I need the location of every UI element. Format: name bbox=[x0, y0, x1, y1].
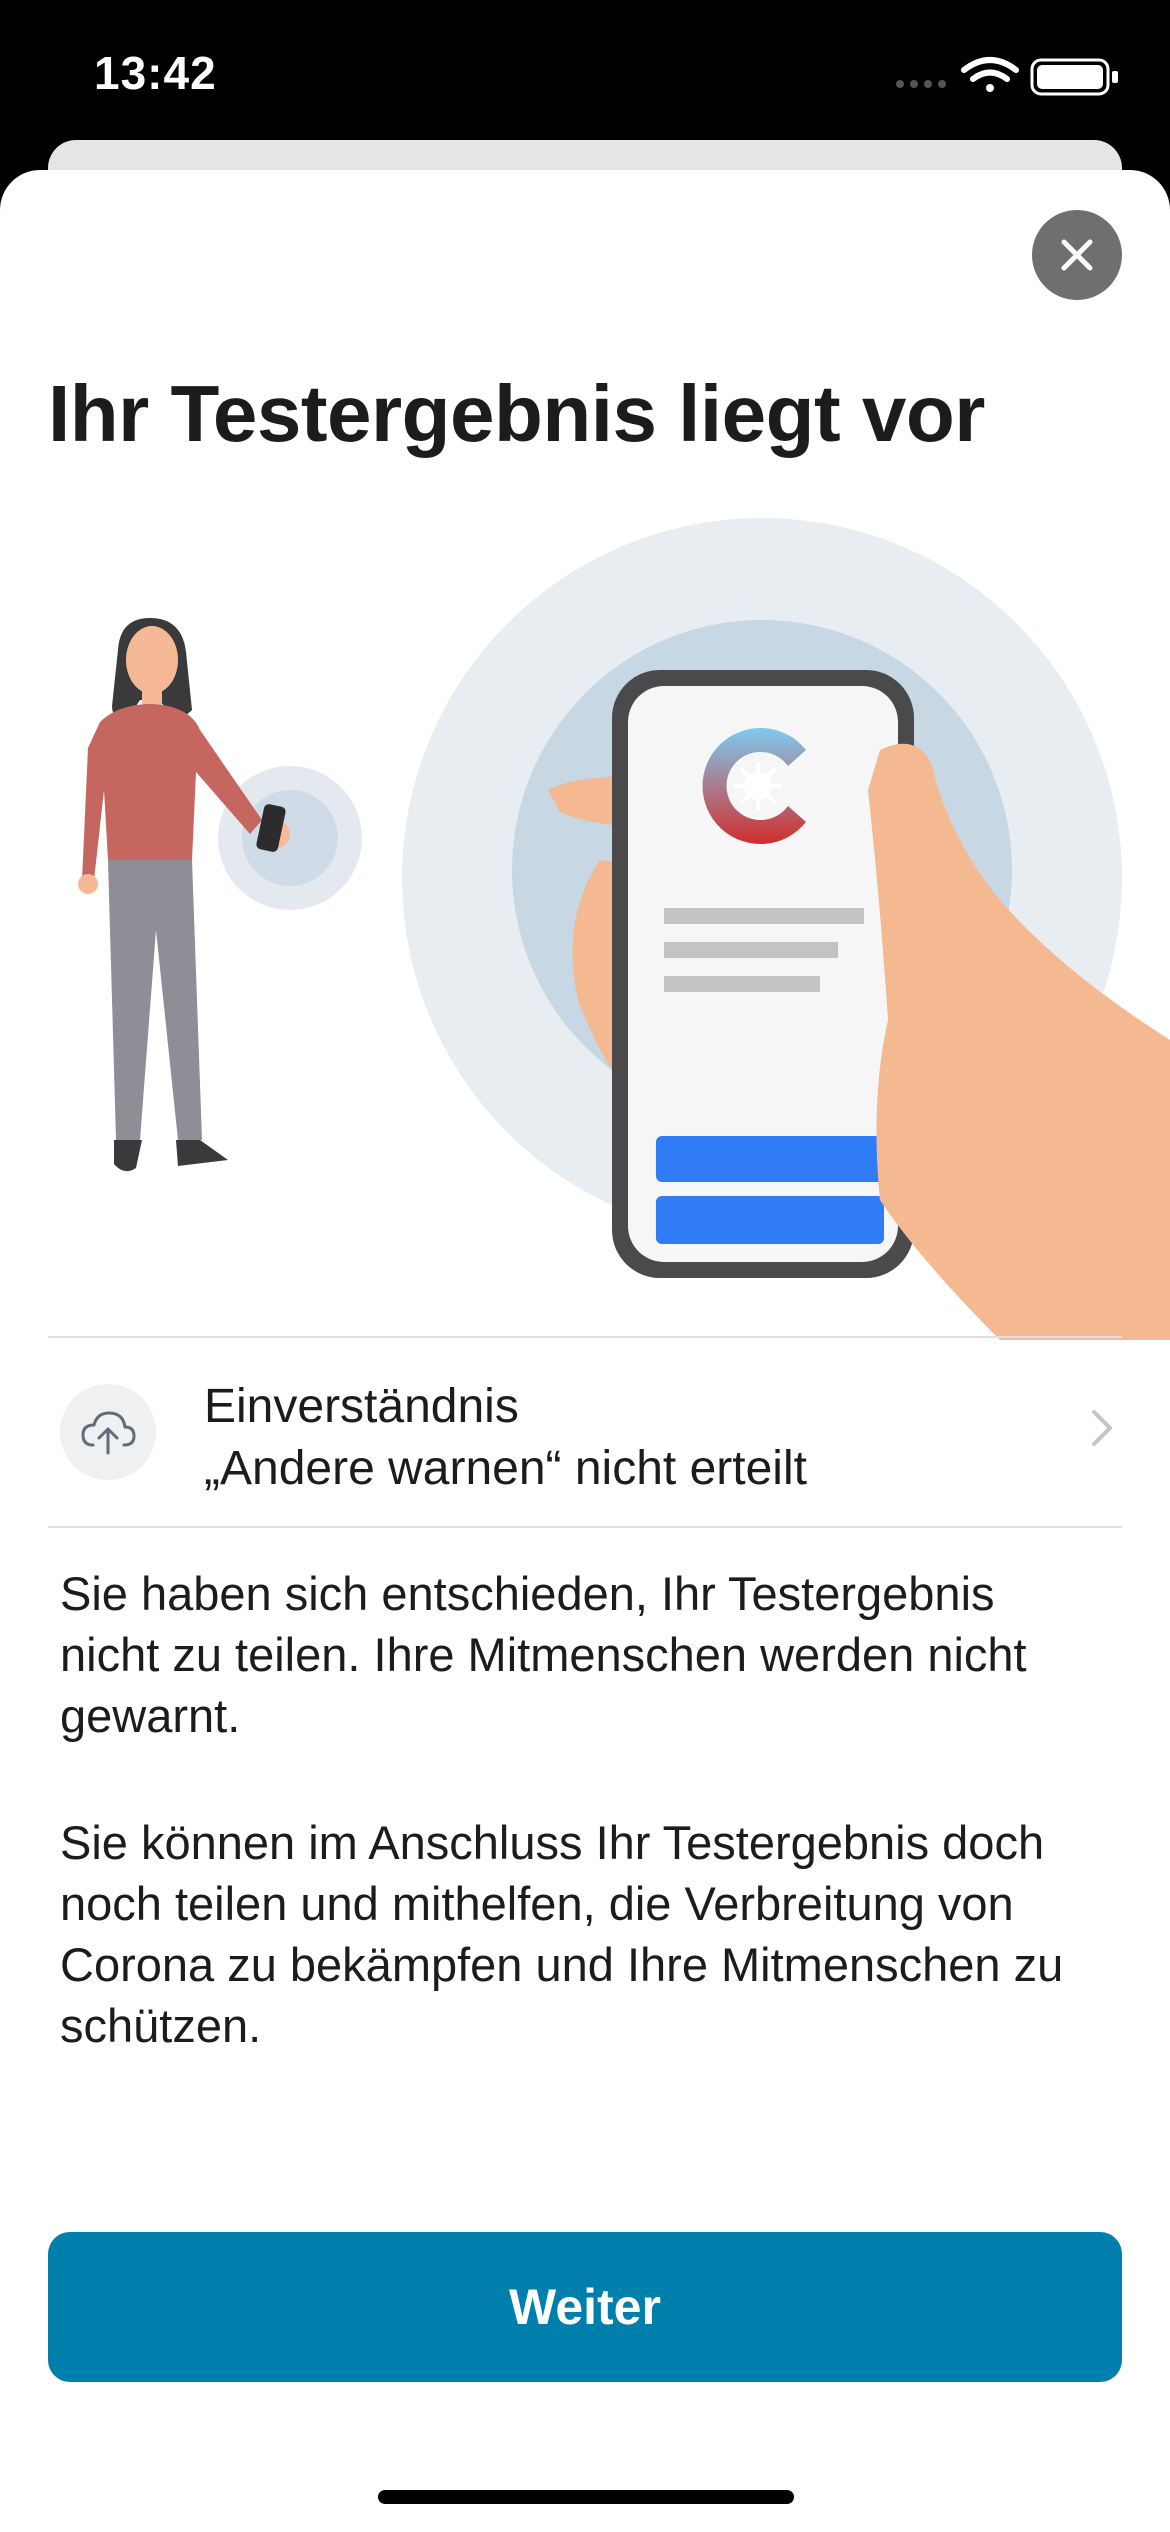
page-title: Ihr Testergebnis liegt vor bbox=[48, 369, 985, 458]
person-illustration bbox=[78, 618, 362, 1172]
wifi-icon bbox=[961, 57, 1019, 92]
cloud-upload-icon-container bbox=[60, 1384, 156, 1480]
close-button[interactable] bbox=[1032, 210, 1122, 300]
chevron-right-icon bbox=[1092, 1410, 1112, 1446]
close-icon bbox=[1061, 239, 1093, 271]
consent-title: Einverständnis bbox=[204, 1380, 519, 1433]
battery-icon bbox=[1030, 58, 1118, 96]
info-paragraph-1: Sie haben sich entschieden, Ihr Testerge… bbox=[60, 1567, 1027, 1742]
consent-status: „Andere warnen“ nicht erteilt bbox=[204, 1442, 807, 1495]
cloud-upload-icon bbox=[81, 1411, 136, 1455]
status-icons bbox=[896, 57, 1118, 96]
continue-button[interactable]: Weiter bbox=[48, 2232, 1122, 2382]
status-bar: 13:42 bbox=[0, 0, 1170, 150]
home-indicator bbox=[378, 2490, 794, 2504]
info-paragraph-2: Sie können im Anschluss Ihr Testergebnis… bbox=[60, 1816, 1064, 2052]
status-time: 13:42 bbox=[94, 47, 217, 99]
result-illustration bbox=[78, 518, 1170, 1340]
divider-bottom bbox=[48, 1526, 1122, 1528]
consent-label: Einverständnis „Andere warnen“ nicht ert… bbox=[204, 1376, 807, 1500]
divider-top bbox=[48, 1336, 1122, 1338]
consent-row[interactable]: Einverständnis „Andere warnen“ nicht ert… bbox=[48, 1340, 1122, 1528]
signal-icon bbox=[896, 80, 946, 88]
